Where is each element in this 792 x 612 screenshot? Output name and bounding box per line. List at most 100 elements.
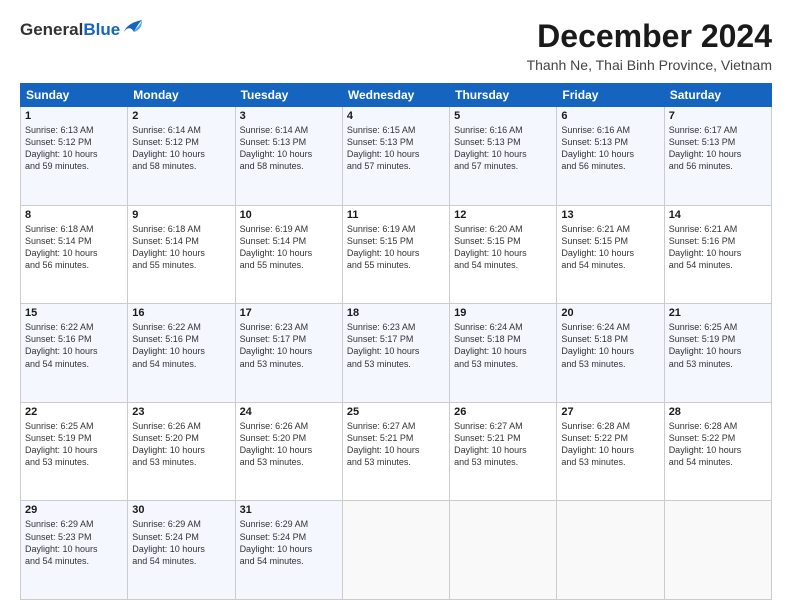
table-row: 21Sunrise: 6:25 AMSunset: 5:19 PMDayligh…	[664, 304, 771, 403]
day-number: 17	[240, 307, 338, 319]
logo: General Blue	[20, 18, 144, 41]
table-row: 16Sunrise: 6:22 AMSunset: 5:16 PMDayligh…	[128, 304, 235, 403]
table-row: 20 Sunrise: 6:24 AMSunset: 5:18 PMDayligh…	[557, 304, 664, 403]
day-number: 31	[240, 504, 338, 516]
header-sunday: Sunday	[21, 84, 128, 107]
table-row: 4Sunrise: 6:15 AMSunset: 5:13 PMDaylight…	[342, 107, 449, 206]
header: General Blue December 2024 Thanh Ne, Tha…	[20, 18, 772, 73]
logo-bird-icon	[122, 18, 144, 41]
table-row: 10 Sunrise: 6:19 AMSunset: 5:14 PMDayligh…	[235, 205, 342, 304]
table-row: 11 Sunrise: 6:19 AMSunset: 5:15 PMDayligh…	[342, 205, 449, 304]
table-row: 17 Sunrise: 6:23 AMSunset: 5:17 PMDayligh…	[235, 304, 342, 403]
day-info: Sunrise: 6:28 AMSunset: 5:22 PMDaylight:…	[561, 420, 659, 469]
day-number: 11	[347, 209, 445, 221]
day-info: Sunrise: 6:19 AMSunset: 5:14 PMDaylight:…	[240, 223, 338, 272]
table-row: 26 Sunrise: 6:27 AMSunset: 5:21 PMDayligh…	[450, 402, 557, 501]
day-number: 14	[669, 209, 767, 221]
calendar-week-row: 15Sunrise: 6:22 AMSunset: 5:16 PMDayligh…	[21, 304, 772, 403]
header-monday: Monday	[128, 84, 235, 107]
day-info: Sunrise: 6:18 AMSunset: 5:14 PMDaylight:…	[25, 223, 123, 272]
calendar-week-row: 29 Sunrise: 6:29 AMSunset: 5:23 PMDayligh…	[21, 501, 772, 600]
table-row: 25Sunrise: 6:27 AMSunset: 5:21 PMDayligh…	[342, 402, 449, 501]
day-number: 8	[25, 209, 123, 221]
table-row: 13 Sunrise: 6:21 AMSunset: 5:15 PMDayligh…	[557, 205, 664, 304]
day-number: 2	[132, 110, 230, 122]
day-info: Sunrise: 6:21 AMSunset: 5:16 PMDaylight:…	[669, 223, 767, 272]
table-row: 1Sunrise: 6:13 AMSunset: 5:12 PMDaylight…	[21, 107, 128, 206]
day-info: Sunrise: 6:21 AMSunset: 5:15 PMDaylight:…	[561, 223, 659, 272]
day-number: 16	[132, 307, 230, 319]
day-number: 9	[132, 209, 230, 221]
table-row: 14 Sunrise: 6:21 AMSunset: 5:16 PMDayligh…	[664, 205, 771, 304]
day-info: Sunrise: 6:22 AMSunset: 5:16 PMDaylight:…	[25, 321, 123, 370]
table-row: 3 Sunrise: 6:14 AMSunset: 5:13 PMDaylight…	[235, 107, 342, 206]
day-number: 7	[669, 110, 767, 122]
day-number: 30	[132, 504, 230, 516]
day-number: 5	[454, 110, 552, 122]
day-info: Sunrise: 6:26 AMSunset: 5:20 PMDaylight:…	[132, 420, 230, 469]
table-row	[664, 501, 771, 600]
day-info: Sunrise: 6:29 AMSunset: 5:24 PMDaylight:…	[132, 518, 230, 567]
calendar-table: Sunday Monday Tuesday Wednesday Thursday…	[20, 83, 772, 600]
day-number: 27	[561, 406, 659, 418]
page: General Blue December 2024 Thanh Ne, Tha…	[0, 0, 792, 612]
day-info: Sunrise: 6:24 AMSunset: 5:18 PMDaylight:…	[561, 321, 659, 370]
day-info: Sunrise: 6:23 AMSunset: 5:17 PMDaylight:…	[240, 321, 338, 370]
table-row	[342, 501, 449, 600]
location-subtitle: Thanh Ne, Thai Binh Province, Vietnam	[527, 57, 772, 73]
calendar-week-row: 22 Sunrise: 6:25 AMSunset: 5:19 PMDayligh…	[21, 402, 772, 501]
day-info: Sunrise: 6:14 AMSunset: 5:13 PMDaylight:…	[240, 124, 338, 173]
header-tuesday: Tuesday	[235, 84, 342, 107]
day-number: 12	[454, 209, 552, 221]
calendar-week-row: 8 Sunrise: 6:18 AMSunset: 5:14 PMDaylight…	[21, 205, 772, 304]
day-number: 13	[561, 209, 659, 221]
day-info: Sunrise: 6:27 AMSunset: 5:21 PMDaylight:…	[347, 420, 445, 469]
day-info: Sunrise: 6:23 AMSunset: 5:17 PMDaylight:…	[347, 321, 445, 370]
day-info: Sunrise: 6:15 AMSunset: 5:13 PMDaylight:…	[347, 124, 445, 173]
table-row: 24 Sunrise: 6:26 AMSunset: 5:20 PMDayligh…	[235, 402, 342, 501]
table-row: 27 Sunrise: 6:28 AMSunset: 5:22 PMDayligh…	[557, 402, 664, 501]
day-number: 18	[347, 307, 445, 319]
table-row: 23Sunrise: 6:26 AMSunset: 5:20 PMDayligh…	[128, 402, 235, 501]
day-info: Sunrise: 6:25 AMSunset: 5:19 PMDaylight:…	[669, 321, 767, 370]
table-row: 8 Sunrise: 6:18 AMSunset: 5:14 PMDaylight…	[21, 205, 128, 304]
day-number: 29	[25, 504, 123, 516]
table-row: 2Sunrise: 6:14 AMSunset: 5:12 PMDaylight…	[128, 107, 235, 206]
header-thursday: Thursday	[450, 84, 557, 107]
day-info: Sunrise: 6:18 AMSunset: 5:14 PMDaylight:…	[132, 223, 230, 272]
day-number: 19	[454, 307, 552, 319]
header-friday: Friday	[557, 84, 664, 107]
day-info: Sunrise: 6:16 AMSunset: 5:13 PMDaylight:…	[561, 124, 659, 173]
month-title: December 2024	[527, 18, 772, 55]
day-info: Sunrise: 6:19 AMSunset: 5:15 PMDaylight:…	[347, 223, 445, 272]
day-number: 22	[25, 406, 123, 418]
calendar-header-row: Sunday Monday Tuesday Wednesday Thursday…	[21, 84, 772, 107]
day-info: Sunrise: 6:29 AMSunset: 5:23 PMDaylight:…	[25, 518, 123, 567]
day-number: 26	[454, 406, 552, 418]
day-info: Sunrise: 6:16 AMSunset: 5:13 PMDaylight:…	[454, 124, 552, 173]
table-row: 15Sunrise: 6:22 AMSunset: 5:16 PMDayligh…	[21, 304, 128, 403]
day-info: Sunrise: 6:25 AMSunset: 5:19 PMDaylight:…	[25, 420, 123, 469]
table-row: 31 Sunrise: 6:29 AMSunset: 5:24 PMDayligh…	[235, 501, 342, 600]
table-row: 7 Sunrise: 6:17 AMSunset: 5:13 PMDaylight…	[664, 107, 771, 206]
day-number: 24	[240, 406, 338, 418]
table-row: 29 Sunrise: 6:29 AMSunset: 5:23 PMDayligh…	[21, 501, 128, 600]
table-row	[557, 501, 664, 600]
day-info: Sunrise: 6:29 AMSunset: 5:24 PMDaylight:…	[240, 518, 338, 567]
day-number: 3	[240, 110, 338, 122]
day-info: Sunrise: 6:17 AMSunset: 5:13 PMDaylight:…	[669, 124, 767, 173]
table-row: 6Sunrise: 6:16 AMSunset: 5:13 PMDaylight…	[557, 107, 664, 206]
day-number: 28	[669, 406, 767, 418]
day-number: 20	[561, 307, 659, 319]
table-row: 12Sunrise: 6:20 AMSunset: 5:15 PMDayligh…	[450, 205, 557, 304]
table-row: 19Sunrise: 6:24 AMSunset: 5:18 PMDayligh…	[450, 304, 557, 403]
day-number: 1	[25, 110, 123, 122]
table-row: 28Sunrise: 6:28 AMSunset: 5:22 PMDayligh…	[664, 402, 771, 501]
day-number: 10	[240, 209, 338, 221]
day-info: Sunrise: 6:26 AMSunset: 5:20 PMDaylight:…	[240, 420, 338, 469]
logo-general-text: General	[20, 20, 83, 40]
table-row	[450, 501, 557, 600]
header-saturday: Saturday	[664, 84, 771, 107]
table-row: 22 Sunrise: 6:25 AMSunset: 5:19 PMDayligh…	[21, 402, 128, 501]
day-info: Sunrise: 6:27 AMSunset: 5:21 PMDaylight:…	[454, 420, 552, 469]
